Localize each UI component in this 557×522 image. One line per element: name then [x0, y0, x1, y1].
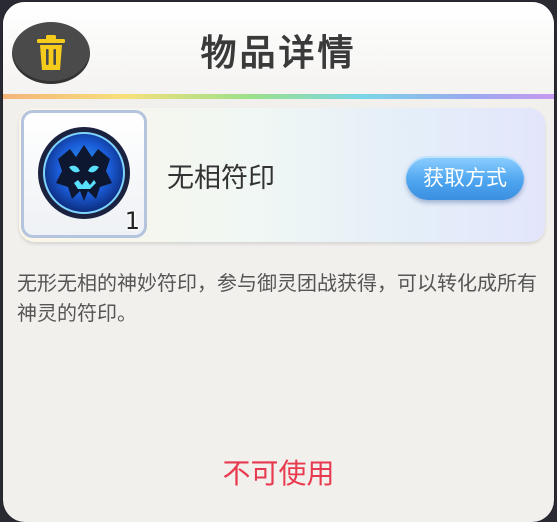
panel-header: 物品详情 — [3, 2, 554, 94]
item-icon-frame[interactable]: 1 — [21, 110, 147, 238]
item-count: 1 — [124, 207, 140, 235]
obtain-method-button[interactable]: 获取方式 — [406, 156, 524, 200]
item-name: 无相符印 — [167, 163, 275, 194]
item-card: 1 无相符印 获取方式 — [19, 108, 545, 242]
item-detail-panel: 物品详情 1 无相符印 获取方式 无形无相的神妙符印，参与御灵团战获得，可以转化… — [3, 2, 554, 522]
page-title: 物品详情 — [200, 33, 357, 74]
blue-ghost-seal-icon — [38, 127, 130, 219]
item-description: 无形无相的神妙符印，参与御灵团战获得，可以转化成所有神灵的符印。 — [17, 271, 537, 325]
header-divider — [3, 94, 554, 99]
status-text: 不可使用 — [222, 457, 335, 490]
